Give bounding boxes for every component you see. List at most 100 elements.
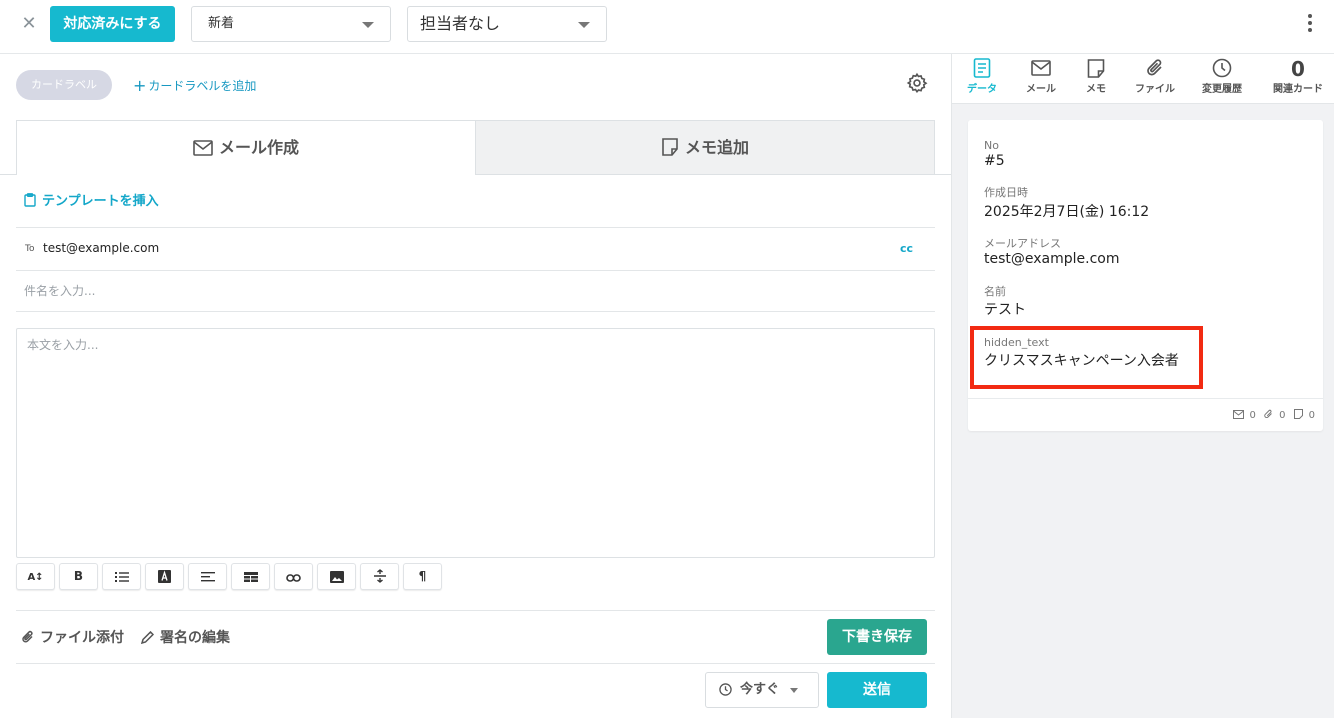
field-value-no: #5 [984, 153, 1005, 169]
body-editor[interactable]: 本文を入力... [16, 328, 935, 558]
document-icon [973, 58, 991, 78]
save-draft-button[interactable]: 下書き保存 [827, 619, 927, 655]
text-color-button[interactable] [145, 563, 184, 590]
bullet-list-button[interactable] [102, 563, 141, 590]
paperclip-icon [1147, 59, 1162, 76]
tab-add-memo-label: メモ追加 [684, 138, 749, 157]
side-tab-related-cards[interactable]: 0 関連カード [1268, 58, 1328, 95]
tab-compose-mail-label: メール作成 [218, 138, 299, 157]
field-value-created-at: 2025年2月7日(金) 16:12 [984, 204, 1150, 220]
plus-icon: + [133, 76, 147, 95]
image-icon [329, 571, 344, 583]
schedule-select[interactable]: 今すぐ [705, 672, 819, 708]
link-icon [286, 574, 301, 582]
field-label-created-at: 作成日時 [984, 186, 1028, 199]
mail-count-value: 0 [1249, 410, 1256, 421]
attach-file-button[interactable]: ファイル添付 [22, 627, 124, 647]
side-tabs: データ メール メモ ファイル 変更履歴 0 関連カード [952, 54, 1334, 104]
pilcrow-icon: ¶ [418, 569, 427, 583]
field-label-email: メールアドレス [984, 237, 1061, 250]
note-icon [1087, 59, 1105, 78]
edit-signature-label: 署名の編集 [160, 630, 230, 646]
subject-input[interactable]: 件名を入力... [24, 282, 95, 299]
close-icon[interactable]: ✕ [19, 14, 39, 34]
send-button[interactable]: 送信 [827, 672, 927, 708]
data-card: No #5 作成日時 2025年2月7日(金) 16:12 メールアドレス te… [968, 120, 1323, 431]
kebab-menu-icon[interactable] [1300, 12, 1320, 36]
divider [16, 663, 935, 664]
link-button[interactable] [274, 563, 313, 590]
note-icon [662, 138, 678, 156]
cc-toggle[interactable]: cc [900, 242, 913, 255]
file-count: 0 [1264, 409, 1285, 421]
paperclip-icon [22, 630, 33, 643]
schedule-select-value: 今すぐ [740, 682, 780, 697]
card-footer-counts: 0 0 0 [1228, 409, 1315, 421]
clock-icon [1212, 58, 1232, 78]
side-tab-data-label: データ [967, 84, 997, 95]
horizontal-rule-button[interactable] [360, 563, 399, 590]
side-tab-history-label: 変更履歴 [1202, 84, 1242, 95]
bold-button[interactable]: B [59, 563, 98, 590]
gear-icon[interactable] [906, 72, 928, 94]
side-tab-mail[interactable]: メール [1011, 58, 1071, 95]
side-tab-data[interactable]: データ [952, 58, 1012, 95]
table-icon [243, 572, 258, 582]
bullet-list-icon [114, 572, 129, 582]
divider [968, 398, 1323, 399]
field-value-email: test@example.com [984, 251, 1120, 267]
divider [475, 174, 951, 175]
horizontal-rule-icon [373, 569, 386, 583]
memo-count-value: 0 [1308, 410, 1315, 421]
card-label-chip[interactable]: カードラベル [16, 70, 112, 100]
mail-icon [1232, 410, 1244, 419]
side-tab-history[interactable]: 変更履歴 [1192, 58, 1252, 95]
mail-count: 0 [1232, 410, 1256, 421]
edit-signature-button[interactable]: 署名の編集 [140, 627, 230, 647]
font-size-button[interactable]: A↕ [16, 563, 55, 590]
mark-resolved-button[interactable]: 対応済みにする [50, 6, 175, 42]
divider [16, 227, 935, 228]
mail-icon [193, 140, 213, 156]
add-card-label-text: カードラベルを追加 [148, 79, 257, 93]
note-icon [1293, 409, 1303, 419]
field-label-no: No [984, 139, 999, 152]
side-tab-memo[interactable]: メモ [1066, 58, 1126, 95]
field-label-name: 名前 [984, 285, 1006, 298]
attach-file-label: ファイル添付 [40, 630, 124, 646]
side-tab-file[interactable]: ファイル [1125, 58, 1185, 95]
side-tab-mail-label: メール [1026, 84, 1056, 95]
show-formatting-button[interactable]: ¶ [403, 563, 442, 590]
text-color-icon [158, 570, 171, 583]
memo-count: 0 [1293, 409, 1315, 421]
related-cards-count: 0 [1291, 57, 1305, 81]
side-tab-memo-label: メモ [1086, 84, 1106, 95]
tab-compose-mail[interactable]: メール作成 [16, 120, 476, 175]
highlight-box [970, 326, 1203, 389]
insert-template-link[interactable]: テンプレートを挿入 [24, 190, 159, 209]
image-button[interactable] [317, 563, 356, 590]
divider [16, 270, 935, 271]
table-button[interactable] [231, 563, 270, 590]
to-field[interactable]: test@example.com [43, 241, 159, 255]
bold-icon: B [73, 569, 84, 583]
top-bar: ✕ 対応済みにする 新着 担当者なし [0, 0, 1334, 54]
status-select-value: 新着 [208, 16, 235, 31]
caret-down-icon [790, 688, 798, 693]
font-size-icon: A↕ [27, 572, 44, 583]
tab-add-memo[interactable]: メモ追加 [475, 120, 935, 175]
clock-icon [719, 683, 732, 696]
align-button[interactable] [188, 563, 227, 590]
pencil-icon [140, 630, 155, 645]
divider [16, 610, 935, 611]
caret-down-icon [362, 22, 374, 28]
side-tab-file-label: ファイル [1135, 84, 1175, 95]
insert-template-label: テンプレートを挿入 [42, 194, 159, 209]
divider [0, 174, 16, 175]
assignee-select[interactable]: 担当者なし [407, 6, 607, 42]
side-tab-related-cards-label: 関連カード [1273, 84, 1323, 95]
caret-down-icon [578, 22, 590, 28]
body-placeholder: 本文を入力... [27, 338, 99, 352]
status-select[interactable]: 新着 [191, 6, 391, 42]
add-card-label-link[interactable]: + カードラベルを追加 [133, 76, 256, 95]
